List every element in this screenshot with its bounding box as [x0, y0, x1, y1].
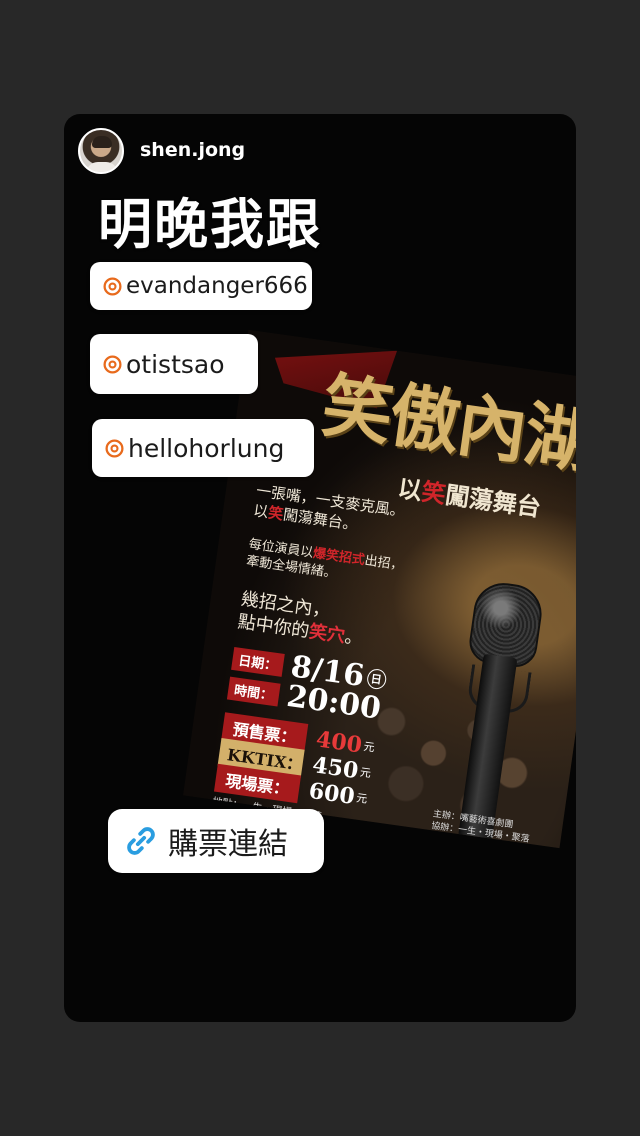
price-unit: 元	[359, 765, 372, 781]
avatar[interactable]	[78, 128, 124, 174]
mention-label: hellohorlung	[128, 433, 285, 463]
link-label: 購票連結	[168, 827, 288, 862]
time-label: 時間：	[226, 676, 281, 707]
price-value: 600	[307, 777, 357, 811]
poster-title: 笑傲內湖	[317, 363, 576, 484]
avatar-hair	[92, 136, 112, 148]
poster-copy-block-1: 一張嘴，一支麥克風。 以笑闖蕩舞台。	[252, 481, 406, 541]
price-unit: 元	[355, 791, 369, 806]
poster-copy-block-2: 每位演員以爆笑招式出招， 牽動全場情緒。	[245, 536, 404, 591]
avatar-shirt	[86, 162, 118, 172]
price-unit: 元	[362, 739, 376, 755]
date-suffix: 日	[365, 667, 388, 690]
username[interactable]: shen.jong	[140, 139, 245, 161]
subtitle-post: 闖蕩舞台	[443, 480, 543, 523]
threads-icon	[105, 438, 124, 458]
threads-icon	[103, 354, 122, 374]
poster-image: 笑傲內湖 以笑闖蕩舞台 一張嘴，一支麥克風。 以笑闖蕩舞台。 每位演員以爆笑招式…	[183, 329, 576, 849]
ticket-link-sticker[interactable]: 購票連結	[108, 809, 324, 873]
story-card: shen.jong 明晚我跟 evandanger666 otistsao he…	[64, 114, 576, 1022]
link-icon	[127, 827, 155, 855]
threads-icon	[103, 276, 122, 296]
mention-sticker-otistsao[interactable]: otistsao	[90, 334, 258, 394]
mention-sticker-evandanger666[interactable]: evandanger666	[90, 262, 312, 310]
event-poster: 笑傲內湖 以笑闖蕩舞台 一張嘴，一支麥克風。 以笑闖蕩舞台。 每位演員以爆笑招式…	[183, 329, 576, 849]
mention-label: evandanger666	[126, 273, 308, 299]
copy-line-post: 。	[343, 626, 365, 650]
story-headline: 明晚我跟	[98, 193, 322, 256]
poster-copy-block-3: 幾招之內， 點中你的笑穴。	[236, 588, 367, 651]
mention-sticker-hellohorlung[interactable]: hellohorlung	[92, 419, 314, 477]
mention-label: otistsao	[126, 349, 225, 379]
copy-line-red: 笑穴	[307, 621, 347, 648]
